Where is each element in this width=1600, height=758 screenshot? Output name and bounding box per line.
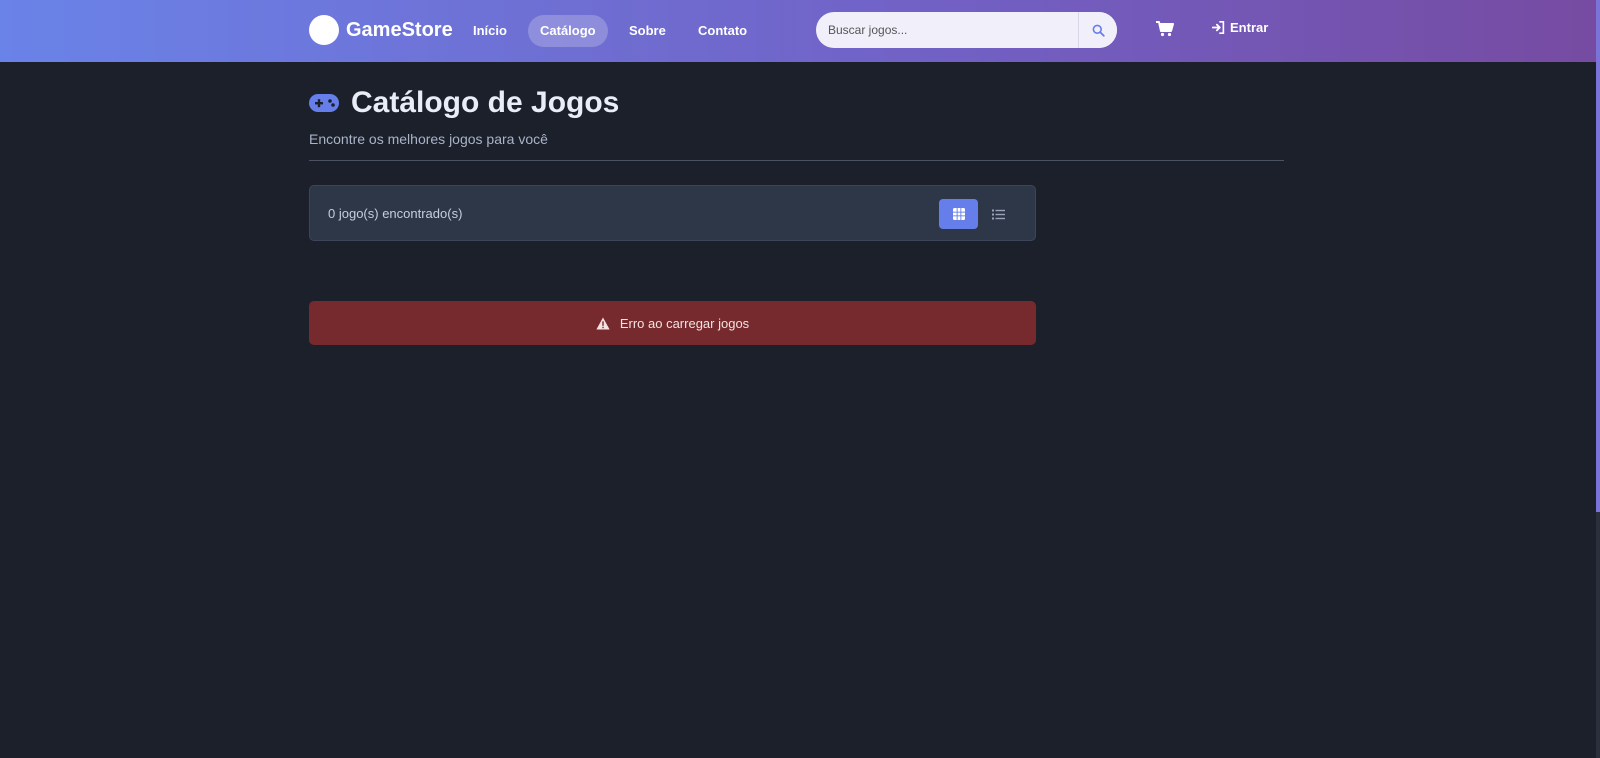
grid-icon [952,208,965,220]
warning-icon [596,317,610,329]
list-view-button[interactable] [979,199,1018,229]
search-button[interactable] [1078,12,1117,48]
page-subtitle: Encontre os melhores jogos para você [309,131,548,147]
brand-logo [309,15,339,45]
grid-view-button[interactable] [939,199,978,229]
nav-link-catalogo[interactable]: Catálogo [528,15,608,47]
scrollbar-thumb[interactable] [1596,0,1600,512]
brand[interactable]: GameStore [309,15,453,45]
top-navbar: GameStore Início Catálogo Sobre Contato … [0,0,1596,62]
nav-link-inicio[interactable]: Início [461,15,519,47]
error-alert: Erro ao carregar jogos [309,301,1036,345]
cart-button[interactable] [1156,21,1174,42]
divider [309,160,1284,161]
nav-link-sobre[interactable]: Sobre [617,15,678,47]
login-button[interactable]: Entrar [1212,20,1268,35]
page-header: Catálogo de Jogos Encontre os melhores j… [309,86,619,147]
list-icon [992,209,1005,219]
cart-icon [1156,21,1174,37]
error-message: Erro ao carregar jogos [619,315,750,331]
scrollbar[interactable] [1596,0,1600,758]
login-label: Entrar [1230,20,1269,35]
search-icon [1092,24,1105,37]
brand-name: GameStore [346,18,453,41]
results-toolbar: 0 jogo(s) encontrado(s) [309,185,1036,241]
gamepad-icon [309,94,339,112]
page-title: Catálogo de Jogos [351,86,620,119]
results-count: 0 jogo(s) encontrado(s) [328,206,463,221]
search-box [816,12,1117,48]
nav-link-contato[interactable]: Contato [686,15,759,47]
search-input[interactable] [816,12,1078,48]
sign-in-icon [1212,21,1225,34]
